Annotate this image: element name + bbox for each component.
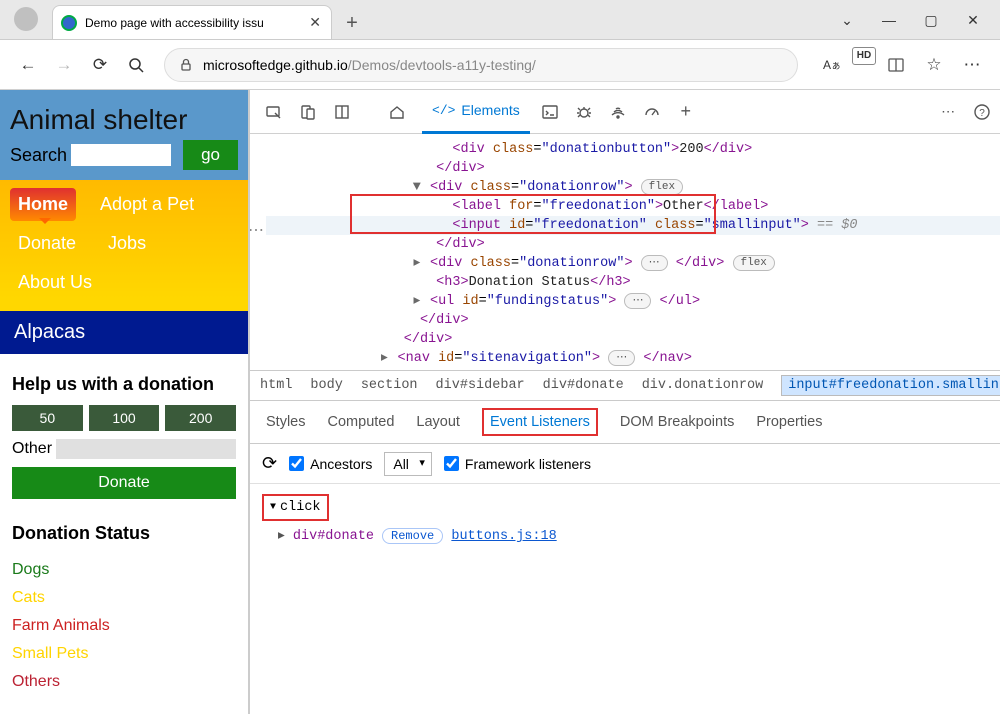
donation-amount-200[interactable]: 200 bbox=[165, 405, 236, 431]
event-click-header[interactable]: ▼ click bbox=[262, 494, 329, 521]
crumb-donate[interactable]: div#donate bbox=[543, 378, 624, 393]
subtab-dom-breakpoints[interactable]: DOM Breakpoints bbox=[620, 414, 734, 430]
event-listeners-list: ▼ click ▸ div#donate Remove buttons.js:1… bbox=[250, 484, 1000, 554]
window-controls: ⌄ — ▢ ✕ bbox=[820, 12, 1000, 39]
dom-breadcrumbs[interactable]: html body section div#sidebar div#donate… bbox=[250, 370, 1000, 400]
minimize-icon[interactable]: — bbox=[882, 12, 896, 29]
help-icon[interactable]: ? bbox=[968, 98, 996, 126]
status-item[interactable]: Others bbox=[12, 668, 236, 696]
close-window-icon[interactable]: ✕ bbox=[966, 12, 980, 29]
crumb-section[interactable]: section bbox=[361, 378, 418, 393]
nav-donate[interactable]: Donate bbox=[10, 227, 84, 260]
site-title: Animal shelter bbox=[10, 104, 238, 136]
donation-title: Help us with a donation bbox=[12, 374, 236, 395]
site-nav: Home Adopt a Pet Donate Jobs About Us bbox=[0, 180, 248, 311]
console-icon[interactable] bbox=[536, 98, 564, 126]
address-bar[interactable]: microsoftedge.github.io/Demos/devtools-a… bbox=[164, 48, 798, 82]
nav-about[interactable]: About Us bbox=[10, 266, 100, 299]
expand-arrow-icon: ▼ bbox=[270, 502, 276, 513]
maximize-icon[interactable]: ▢ bbox=[924, 12, 938, 29]
subtab-computed[interactable]: Computed bbox=[328, 414, 395, 430]
devtools-panel: </> Elements + ⋯ ? ✕ ⋯ <div class="donat… bbox=[250, 90, 1000, 714]
hd-icon[interactable]: HD bbox=[852, 47, 876, 65]
titlebar: Demo page with accessibility issu ✕ + ⌄ … bbox=[0, 0, 1000, 40]
crumb-sidebar[interactable]: div#sidebar bbox=[436, 378, 525, 393]
tab-elements-label: Elements bbox=[461, 102, 519, 118]
site-header: Animal shelter Search go bbox=[0, 90, 248, 180]
browser-toolbar: ← → ⟳ microsoftedge.github.io/Demos/devt… bbox=[0, 40, 1000, 90]
network-icon[interactable] bbox=[604, 98, 632, 126]
browser-tab[interactable]: Demo page with accessibility issu ✕ bbox=[52, 5, 332, 39]
devtools-tab-home[interactable] bbox=[378, 90, 416, 134]
crumb-html[interactable]: html bbox=[260, 378, 292, 393]
close-tab-icon[interactable]: ✕ bbox=[309, 14, 321, 31]
chevron-down-icon[interactable]: ⌄ bbox=[840, 12, 854, 29]
new-tab-button[interactable]: + bbox=[336, 12, 368, 35]
gutter-ellipsis[interactable]: ⋯ bbox=[250, 220, 265, 240]
performance-icon[interactable] bbox=[638, 98, 666, 126]
edge-icon bbox=[61, 15, 77, 31]
crumb-selected[interactable]: input#freedonation.smallinput bbox=[781, 375, 1000, 396]
crumb-donationrow[interactable]: div.donationrow bbox=[642, 378, 764, 393]
subtab-styles[interactable]: Styles bbox=[266, 414, 306, 430]
add-tab-icon[interactable]: + bbox=[672, 98, 700, 126]
tab-title: Demo page with accessibility issu bbox=[85, 16, 303, 30]
subtab-layout[interactable]: Layout bbox=[416, 414, 460, 430]
donation-amount-100[interactable]: 100 bbox=[89, 405, 160, 431]
status-item[interactable]: Farm Animals bbox=[12, 612, 236, 640]
devtools-tabbar: </> Elements + ⋯ ? ✕ bbox=[250, 90, 1000, 134]
status-item[interactable]: Small Pets bbox=[12, 640, 236, 668]
styles-tabbar: Styles Computed Layout Event Listeners D… bbox=[250, 400, 1000, 444]
search-input[interactable] bbox=[71, 144, 171, 166]
translate-icon[interactable]: Aぁ bbox=[814, 47, 850, 83]
devtools-more-icon[interactable]: ⋯ bbox=[934, 98, 962, 126]
status-item[interactable]: Dogs bbox=[12, 556, 236, 584]
remove-listener-button[interactable]: Remove bbox=[382, 528, 443, 544]
bug-icon[interactable] bbox=[570, 98, 598, 126]
ancestors-checkbox[interactable]: Ancestors bbox=[289, 456, 372, 472]
status-item[interactable]: Cats bbox=[12, 584, 236, 612]
subtab-event-listeners[interactable]: Event Listeners bbox=[482, 408, 598, 436]
crumb-body[interactable]: body bbox=[310, 378, 342, 393]
subtab-properties[interactable]: Properties bbox=[756, 414, 822, 430]
page-viewport: Animal shelter Search go Home Adopt a Pe… bbox=[0, 90, 250, 714]
more-icon[interactable]: ⋯ bbox=[954, 47, 990, 83]
nav-home[interactable]: Home bbox=[10, 188, 76, 221]
url-host: microsoftedge.github.io bbox=[203, 57, 348, 73]
refresh-listeners-icon[interactable]: ⟳ bbox=[262, 453, 277, 474]
svg-text:?: ? bbox=[979, 108, 985, 119]
donation-amount-50[interactable]: 50 bbox=[12, 405, 83, 431]
other-amount-input[interactable] bbox=[56, 439, 236, 459]
scope-select[interactable]: All bbox=[384, 452, 432, 476]
other-label: Other bbox=[12, 440, 52, 458]
dock-side-icon[interactable] bbox=[328, 98, 356, 126]
framework-checkbox[interactable]: Framework listeners bbox=[444, 456, 591, 472]
reader-icon[interactable] bbox=[878, 47, 914, 83]
device-toggle-icon[interactable] bbox=[294, 98, 322, 126]
nav-adopt[interactable]: Adopt a Pet bbox=[92, 188, 202, 221]
status-title: Donation Status bbox=[12, 523, 236, 544]
go-button[interactable]: go bbox=[183, 140, 238, 170]
donate-button[interactable]: Donate bbox=[12, 467, 236, 499]
favorite-icon[interactable]: ☆ bbox=[916, 47, 952, 83]
back-button[interactable]: ← bbox=[10, 47, 46, 83]
listener-source-link[interactable]: buttons.js:18 bbox=[451, 529, 556, 544]
nav-jobs[interactable]: Jobs bbox=[100, 227, 154, 260]
collapse-arrow-icon[interactable]: ▸ bbox=[278, 529, 285, 544]
alpacas-banner[interactable]: Alpacas bbox=[0, 311, 248, 354]
url-path: /Demos/devtools-a11y-testing/ bbox=[348, 57, 536, 73]
listener-target[interactable]: div#donate bbox=[293, 529, 374, 544]
listeners-toolbar: ⟳ Ancestors All Framework listeners bbox=[250, 444, 1000, 484]
search-label: Search bbox=[10, 145, 67, 166]
search-icon[interactable] bbox=[118, 47, 154, 83]
refresh-button[interactable]: ⟳ bbox=[82, 47, 118, 83]
lock-icon bbox=[179, 58, 193, 72]
code-icon: </> bbox=[432, 103, 455, 118]
inspect-element-icon[interactable] bbox=[260, 98, 288, 126]
devtools-tab-elements[interactable]: </> Elements bbox=[422, 90, 530, 134]
dom-tree[interactable]: ⋯ <div class="donationbutton">200</div> … bbox=[250, 134, 1000, 370]
profile-icon[interactable] bbox=[14, 7, 38, 31]
forward-button: → bbox=[46, 47, 82, 83]
